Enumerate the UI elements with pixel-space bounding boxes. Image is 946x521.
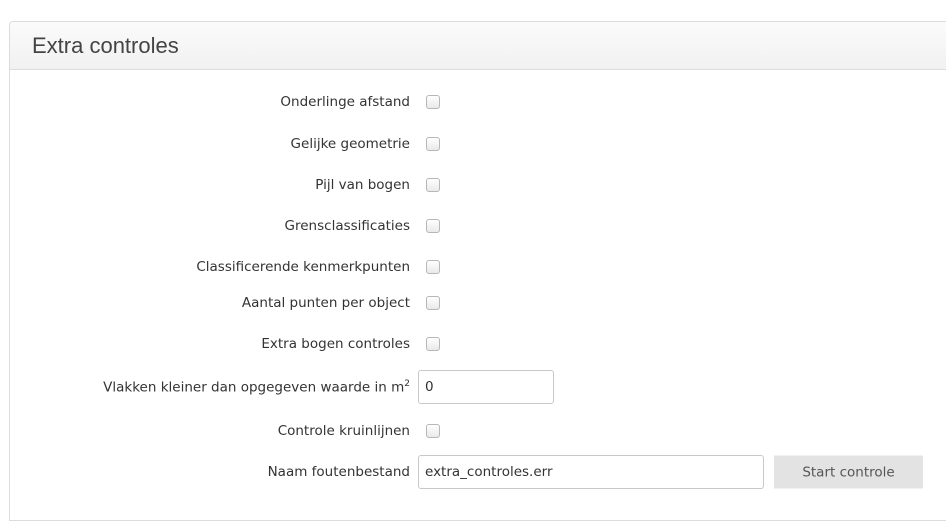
row-aantal-punten-per-object: Aantal punten per object	[0, 286, 946, 320]
checkbox-extra-bogen-controles[interactable]	[426, 337, 440, 351]
label-vlakken-kleiner-text: Vlakken kleiner dan opgegeven waarde in …	[103, 379, 405, 396]
input-vlakken-kleiner[interactable]	[418, 370, 554, 404]
label-classificerende-kenmerkpunten: Classificerende kenmerkpunten	[196, 259, 410, 275]
label-grensclassificaties: Grensclassificaties	[284, 218, 410, 234]
panel-title: Extra controles	[32, 32, 179, 58]
row-classificerende-kenmerkpunten: Classificerende kenmerkpunten	[0, 250, 946, 284]
label-onderlinge-afstand: Onderlinge afstand	[280, 94, 410, 110]
checkbox-pijl-van-bogen[interactable]	[426, 178, 440, 192]
checkbox-grensclassificaties[interactable]	[426, 219, 440, 233]
checkbox-gelijke-geometrie[interactable]	[426, 137, 440, 151]
row-naam-foutenbestand: Naam foutenbestand Start controle	[0, 455, 946, 489]
row-controle-kruinlijnen: Controle kruinlijnen	[0, 414, 946, 448]
label-naam-foutenbestand: Naam foutenbestand	[267, 464, 410, 480]
row-extra-bogen-controles: Extra bogen controles	[0, 327, 946, 361]
label-gelijke-geometrie: Gelijke geometrie	[290, 136, 410, 152]
panel-heading: Extra controles	[10, 22, 946, 70]
row-pijl-van-bogen: Pijl van bogen	[0, 168, 946, 202]
input-naam-foutenbestand[interactable]	[418, 455, 764, 489]
row-vlakken-kleiner: Vlakken kleiner dan opgegeven waarde in …	[0, 370, 946, 404]
checkbox-onderlinge-afstand[interactable]	[426, 95, 440, 109]
checkbox-classificerende-kenmerkpunten[interactable]	[426, 260, 440, 274]
label-vlakken-kleiner-sup: 2	[404, 378, 410, 389]
label-controle-kruinlijnen: Controle kruinlijnen	[277, 423, 410, 439]
label-pijl-van-bogen: Pijl van bogen	[315, 177, 410, 193]
row-grensclassificaties: Grensclassificaties	[0, 209, 946, 243]
row-onderlinge-afstand: Onderlinge afstand	[0, 85, 946, 119]
checkbox-aantal-punten-per-object[interactable]	[426, 296, 440, 310]
label-aantal-punten-per-object: Aantal punten per object	[241, 295, 410, 311]
label-extra-bogen-controles: Extra bogen controles	[261, 336, 410, 352]
start-controle-button[interactable]: Start controle	[774, 455, 923, 489]
checkbox-controle-kruinlijnen[interactable]	[426, 424, 440, 438]
label-vlakken-kleiner: Vlakken kleiner dan opgegeven waarde in …	[103, 379, 410, 396]
row-gelijke-geometrie: Gelijke geometrie	[0, 127, 946, 161]
